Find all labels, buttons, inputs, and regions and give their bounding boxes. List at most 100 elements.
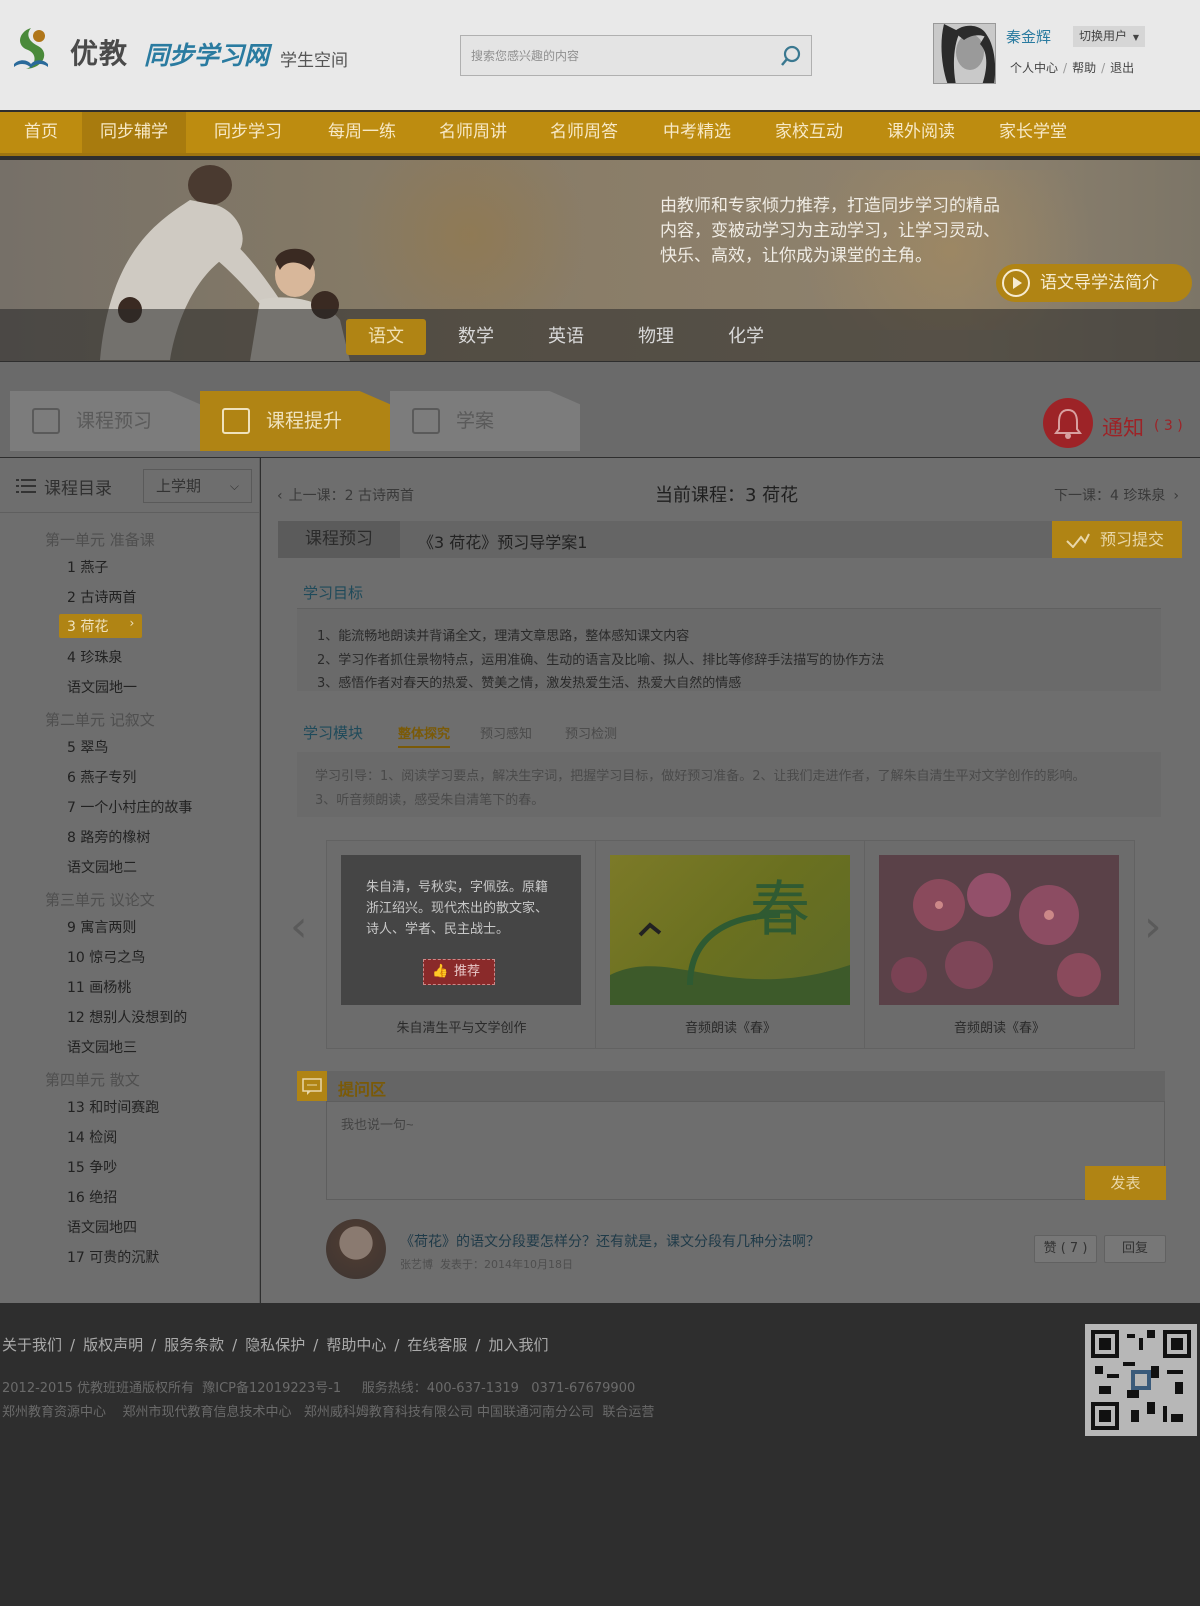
tree-item[interactable]: 语文园地二 [67, 857, 137, 877]
subject-english[interactable]: 英语 [526, 319, 606, 355]
study-guide-box: 学习引导：1、阅读学习要点，解决生字词，把握学习目标，做好预习准备。2、让我们走… [297, 752, 1161, 817]
resource-caption: 音频朗读《春》 [953, 1021, 1045, 1036]
search-input[interactable] [461, 36, 771, 75]
tree-unit[interactable]: 第一单元 准备课 [45, 529, 155, 550]
tree-item[interactable]: 1 燕子 [67, 557, 108, 577]
like-button[interactable]: 赞 ( 7 ) [1034, 1235, 1097, 1263]
nav-item-sync-study[interactable]: 同步学习 [196, 112, 300, 153]
reply-button[interactable]: 回复 [1104, 1235, 1166, 1263]
tree-item[interactable]: 13 和时间赛跑 [67, 1097, 159, 1117]
publish-button[interactable]: 发表 [1085, 1166, 1166, 1200]
carousel-prev-arrow[interactable]: ‹ [290, 905, 308, 949]
footer-link-service[interactable]: 在线客服 [407, 1336, 467, 1354]
tab-course-improve[interactable]: 课程提升 [200, 391, 390, 451]
comment-text[interactable]: 《荷花》的语文分段要怎样分？还有就是，课文分段有几种分法啊？ [400, 1231, 820, 1251]
switch-user-button[interactable]: 切换用户 ▼ [1073, 26, 1145, 47]
tab-overall-explore[interactable]: 整体探究 [398, 723, 451, 748]
separator: / [232, 1336, 238, 1354]
nav-item-exam-selection[interactable]: 中考精选 [645, 112, 749, 153]
carousel-next-arrow[interactable]: › [1144, 905, 1162, 949]
nav-item-sync-tutoring[interactable]: 同步辅学 [82, 112, 186, 153]
prev-lesson-link[interactable]: ‹ 上一课：2 古诗两首 [277, 485, 414, 505]
caret-down-icon: ▼ [1132, 33, 1139, 42]
tree-item[interactable]: 15 争吵 [67, 1157, 117, 1177]
question-input[interactable] [326, 1101, 1165, 1200]
tree-item[interactable]: 语文园地一 [67, 677, 137, 697]
tree-item[interactable]: 6 燕子专列 [67, 767, 136, 787]
next-lesson-label: 下一课：4 珍珠泉 [1054, 488, 1166, 504]
nav-item-extra-reading[interactable]: 课外阅读 [869, 112, 973, 153]
tree-item-label: 3 荷花 [67, 619, 109, 635]
tree-item[interactable]: 12 想别人没想到的 [67, 1007, 187, 1027]
logout-link[interactable]: 退出 [1110, 61, 1134, 75]
chevron-down-icon: ⌵ [229, 479, 239, 493]
chevron-right-icon: › [1173, 488, 1179, 504]
tab-course-preview[interactable]: 课程预习 [10, 391, 200, 451]
tree-item[interactable]: 16 绝招 [67, 1187, 117, 1207]
next-lesson-link[interactable]: 下一课：4 珍珠泉 › [1054, 485, 1179, 505]
nav-item-weekly-practice[interactable]: 每周一练 [310, 112, 414, 153]
tree-item[interactable]: 11 画杨桃 [67, 977, 131, 997]
tree-item[interactable]: 9 寓言两则 [67, 917, 136, 937]
bell-icon[interactable] [1043, 398, 1093, 448]
tree-item[interactable]: 10 惊弓之鸟 [67, 947, 145, 967]
footer-link-join[interactable]: 加入我们 [488, 1336, 548, 1354]
tree-item[interactable]: 17 可贵的沉默 [67, 1247, 159, 1267]
personal-center-link[interactable]: 个人中心 [1010, 61, 1058, 75]
catalog-title: 课程目录 [44, 479, 112, 499]
subject-math[interactable]: 数学 [436, 319, 516, 355]
tree-unit[interactable]: 第四单元 散文 [45, 1069, 140, 1090]
search-icon[interactable] [779, 44, 803, 68]
comment-avatar[interactable] [326, 1219, 386, 1279]
resource-card[interactable]: 朱自清，号秋实，字佩弦。原籍浙江绍兴。现代杰出的散文家、诗人、学者、民主战士。 … [327, 841, 596, 1048]
subject-chemistry[interactable]: 化学 [706, 319, 786, 355]
tree-unit[interactable]: 第三单元 议论文 [45, 889, 155, 910]
tree-item[interactable]: 5 翠鸟 [67, 737, 108, 757]
tree-item[interactable]: 8 路旁的橡树 [67, 827, 150, 847]
list-icon [32, 408, 60, 434]
tab-course-improve-label: 课程提升 [266, 410, 343, 432]
tab-preview-perception[interactable]: 预习感知 [480, 723, 532, 742]
nav-item-home[interactable]: 首页 [6, 112, 76, 153]
subject-physics[interactable]: 物理 [616, 319, 696, 355]
chat-icon [297, 1071, 327, 1101]
avatar[interactable] [933, 23, 996, 84]
comment-author[interactable]: 张艺博 [400, 1258, 433, 1271]
footer-link-copyright[interactable]: 版权声明 [83, 1336, 143, 1354]
guide-intro-button[interactable]: 语文导学法简介 [996, 264, 1192, 302]
tree-item[interactable]: 语文园地四 [67, 1217, 137, 1237]
tree-item[interactable]: 语文园地三 [67, 1037, 137, 1057]
help-link[interactable]: 帮助 [1072, 61, 1096, 75]
sidebar [0, 458, 260, 1303]
preview-label: 课程预习 [278, 521, 400, 558]
term-select[interactable]: 上学期 ⌵ [143, 469, 252, 503]
nav-item-home-school[interactable]: 家校互动 [757, 112, 861, 153]
tab-preview-test[interactable]: 预习检测 [565, 723, 617, 742]
nav-item-parent-school[interactable]: 家长学堂 [981, 112, 1085, 153]
objectives-title: 学习目标 [303, 584, 364, 602]
notice-label[interactable]: 通知 [1102, 412, 1144, 442]
subject-chinese[interactable]: 语文 [346, 319, 426, 355]
user-name[interactable]: 秦金辉 [1006, 26, 1051, 47]
nav-item-teacher-qa[interactable]: 名师周答 [532, 112, 636, 153]
tree-item[interactable]: 2 古诗两首 [67, 587, 136, 607]
tree-item-active[interactable]: 3 荷花 › [59, 614, 143, 638]
tree-item[interactable]: 4 珍珠泉 [67, 647, 122, 667]
separator: / [394, 1336, 400, 1354]
resource-card[interactable]: 春 音频朗读《春》 [596, 841, 865, 1048]
resource-thumbnail [879, 855, 1119, 1005]
footer-link-privacy[interactable]: 隐私保护 [245, 1336, 305, 1354]
tree-unit[interactable]: 第二单元 记叙文 [45, 709, 155, 730]
checkmark-icon [1066, 533, 1090, 548]
resource-card[interactable]: 音频朗读《春》 [865, 841, 1134, 1048]
separator: / [151, 1336, 157, 1354]
footer-link-about[interactable]: 关于我们 [2, 1336, 62, 1354]
preview-bar [278, 521, 1182, 558]
footer-link-help[interactable]: 帮助中心 [326, 1336, 386, 1354]
nav-item-teacher-lecture[interactable]: 名师周讲 [421, 112, 525, 153]
submit-preview-button[interactable]: 预习提交 [1052, 521, 1182, 558]
tree-item[interactable]: 7 一个小村庄的故事 [67, 797, 192, 817]
tree-item[interactable]: 14 检阅 [67, 1127, 117, 1147]
tab-study-plan[interactable]: 学案 [390, 391, 580, 451]
footer-link-terms[interactable]: 服务条款 [164, 1336, 224, 1354]
